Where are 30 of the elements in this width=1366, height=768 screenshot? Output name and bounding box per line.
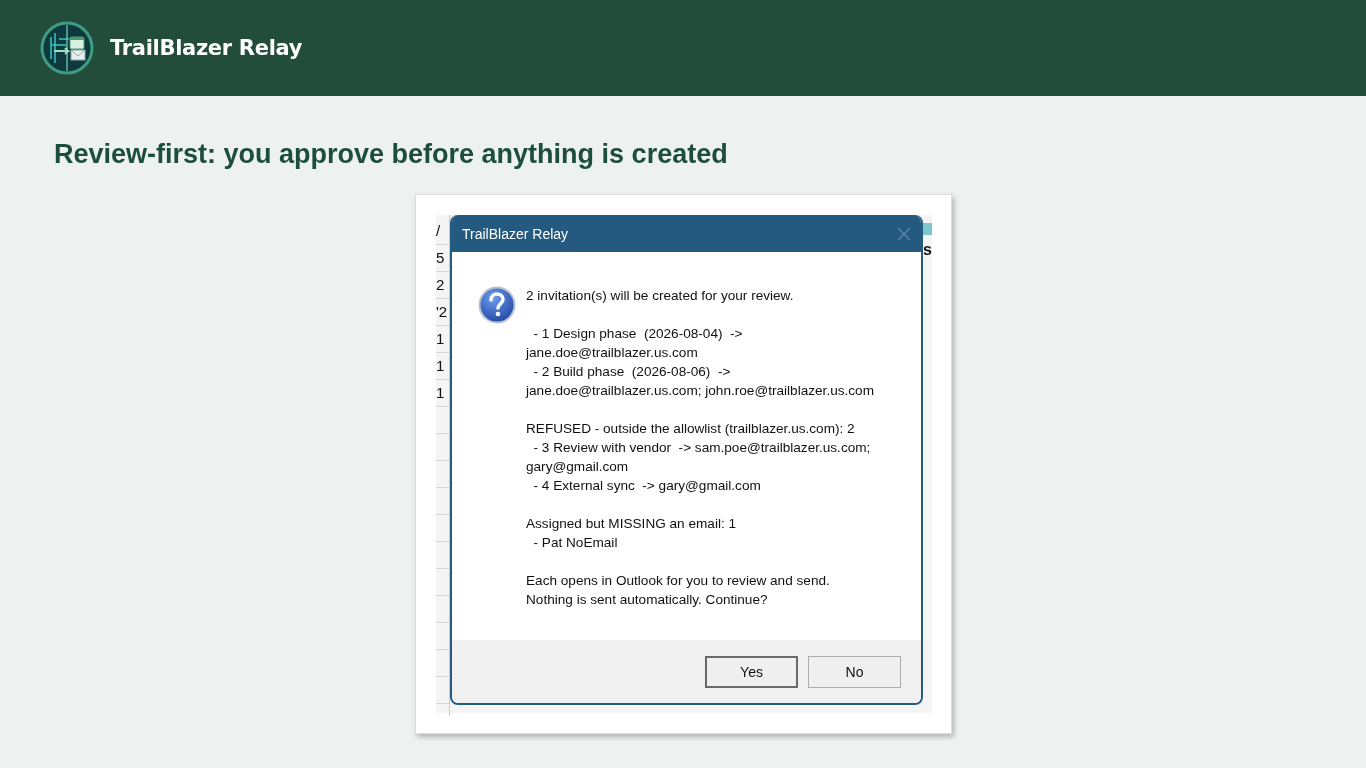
cell-text: s: [923, 241, 932, 259]
message-line: Assigned but MISSING an email: 1: [526, 515, 738, 533]
cell-text: 1: [436, 326, 449, 353]
dialog-button[interactable]: Yes: [705, 655, 798, 688]
close-icon[interactable]: [897, 226, 911, 241]
message-line: - 4 External sync -> gary@gmail.com: [532, 477, 762, 495]
column-header-strip: [922, 223, 932, 235]
page-heading: Review-first: you approve before anything is created: [54, 138, 729, 171]
app-name: TrailBlazer Relay: [110, 36, 303, 60]
cell-text: 2: [436, 272, 449, 299]
dialog-button[interactable]: No: [808, 655, 901, 688]
cell-text: 1: [436, 353, 449, 380]
cell-text: '2: [436, 299, 449, 326]
message-line: jane.doe@trailblazer.us.com: [526, 344, 699, 362]
cell-text: /: [436, 218, 449, 245]
message-line: Nothing is sent automatically. Continue?: [526, 591, 769, 609]
dialog-title: TrailBlazer Relay: [462, 225, 569, 242]
message-line: gary@gmail.com: [526, 458, 630, 476]
message-line: REFUSED - outside the allowlist (trailblazer.us.com): 2: [526, 420, 856, 438]
cell-text: 5: [436, 245, 449, 272]
message-line: - 3 Review with vendor -> sam.poe@trailblazer.us.com;: [532, 439, 872, 457]
question-icon: [478, 286, 516, 324]
message-line: jane.doe@trailblazer.us.com; john.roe@trailblazer.us.com: [526, 382, 874, 400]
cell-text: 1: [436, 380, 449, 407]
logo-icon: [40, 21, 94, 75]
message-line: - 1 Design phase (2026-08-04) ->: [532, 325, 744, 343]
message-line: - 2 Build phase (2026-08-06) ->: [532, 363, 732, 381]
message-line: - Pat NoEmail: [532, 534, 619, 552]
message-line: Each opens in Outlook for you to review and send.: [526, 572, 831, 590]
message-line: 2 invitation(s) will be created for your review.: [526, 287, 795, 305]
